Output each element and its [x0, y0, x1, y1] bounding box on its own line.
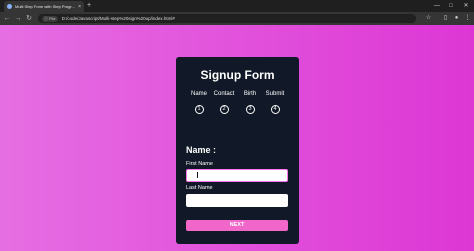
back-icon[interactable]: ← — [2, 13, 12, 24]
site-info-badge[interactable]: ⓘ File — [42, 15, 58, 22]
maximize-icon[interactable]: □ — [444, 0, 458, 12]
step-label: Name — [190, 91, 207, 97]
signup-form-card: Signup Form Name 1 Contact 2 Birth 3 Sub… — [176, 57, 299, 244]
step-number-circle: 1 — [194, 105, 204, 114]
menu-icon[interactable]: ⋮ — [463, 13, 472, 24]
step-label: Birth — [243, 91, 257, 97]
tab-close-icon[interactable]: × — [78, 4, 81, 10]
globe-icon — [7, 4, 12, 9]
step-number-circle: 3 — [245, 105, 255, 114]
close-window-icon[interactable]: ✕ — [459, 0, 473, 12]
step-contact: Contact 2 — [211, 91, 237, 115]
step-label: Submit — [265, 91, 285, 97]
step-submit: Submit 4 — [262, 91, 288, 115]
address-bar[interactable]: ⓘ File D:/code/Javascript/Multi-step%20s… — [38, 14, 416, 23]
minimize-icon[interactable]: — — [430, 0, 444, 12]
section-heading: Name : — [186, 145, 217, 155]
bookmark-star-icon[interactable]: ☆ — [424, 13, 433, 24]
browser-toolbar: ← → ↻ ⓘ File D:/code/Javascript/Multi-st… — [0, 12, 474, 25]
url-text: D:/code/Javascript/Multi-step%20sign%20u… — [61, 16, 175, 21]
first-name-field[interactable] — [186, 169, 288, 182]
sidebar-icon[interactable]: ▯ — [441, 13, 450, 24]
reload-icon[interactable]: ↻ — [24, 13, 34, 24]
last-name-label: Last Name — [186, 185, 213, 191]
new-tab-button[interactable]: + — [87, 1, 91, 11]
step-number-circle: 4 — [270, 105, 280, 114]
last-name-field[interactable] — [186, 194, 288, 207]
profile-icon[interactable]: ● — [452, 13, 461, 24]
step-birth: Birth 3 — [237, 91, 263, 115]
next-button[interactable]: NEXT — [186, 220, 288, 231]
forward-icon[interactable]: → — [13, 13, 23, 24]
text-caret — [197, 172, 198, 178]
first-name-label: First Name — [186, 161, 213, 167]
browser-tab[interactable]: Multi Step Form with Step Progr... × — [4, 1, 84, 12]
tab-title: Multi Step Form with Step Progr... — [15, 4, 75, 9]
step-label: Contact — [213, 91, 235, 97]
browser-tab-bar: Multi Step Form with Step Progr... × + —… — [0, 0, 474, 12]
form-title: Signup Form — [200, 68, 275, 82]
step-number-circle: 2 — [219, 105, 229, 114]
step-name: Name 1 — [186, 91, 212, 115]
page-background: Signup Form Name 1 Contact 2 Birth 3 Sub… — [0, 25, 474, 251]
